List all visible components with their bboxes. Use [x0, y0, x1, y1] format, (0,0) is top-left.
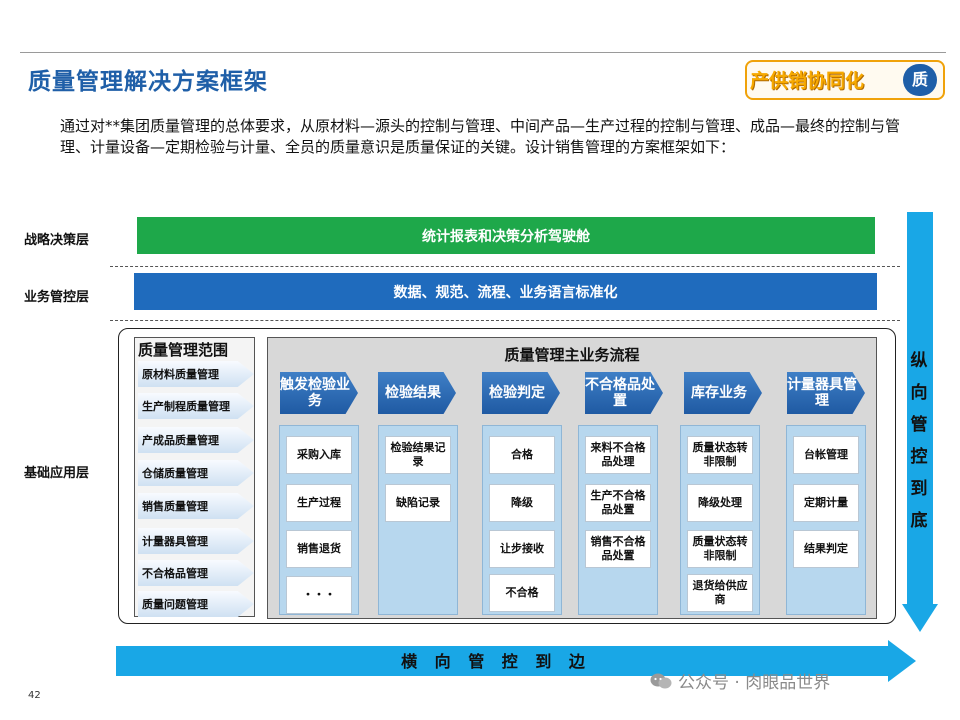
scope-item: 原材料质量管理 — [138, 361, 254, 387]
badge-quality-icon: 质 — [903, 64, 937, 96]
layer-label-strategy: 战略决策层 — [24, 233, 90, 248]
scope-item: 销售质量管理 — [138, 493, 254, 519]
flow-cell: 采购入库 — [286, 436, 352, 474]
flow-stage: 触发检验业务 — [280, 372, 358, 414]
vertical-arrow-label: 纵向管控到底 — [910, 351, 928, 531]
flow-stage: 不合格品处置 — [585, 372, 663, 414]
business-band-text: 数据、规范、流程、业务语言标准化 — [393, 284, 618, 301]
watermark: 公众号 · 肉眼品世界 — [650, 668, 830, 693]
flow-cell: 退货给供应商 — [687, 574, 753, 612]
strategy-band-text: 统计报表和决策分析驾驶舱 — [422, 228, 590, 245]
watermark-text: 公众号 · 肉眼品世界 — [678, 673, 831, 693]
flow-cell: 不合格 — [489, 574, 555, 612]
strategy-band: 统计报表和决策分析驾驶舱 — [137, 217, 875, 254]
flow-stage: 计量器具管理 — [787, 372, 865, 414]
layer-divider-2 — [110, 320, 900, 321]
flow-cell: 缺陷记录 — [385, 484, 451, 522]
flow-stage: 检验判定 — [482, 372, 560, 414]
vertical-arrow-text: 纵向管控到底 — [906, 345, 932, 537]
flow-cell: 台帐管理 — [793, 436, 859, 474]
flow-cell: 销售退货 — [286, 530, 352, 568]
flow-cell: 生产过程 — [286, 484, 352, 522]
flow-cell: ・・・ — [286, 576, 352, 614]
flow-cell: 生产不合格品处置 — [585, 484, 651, 522]
scope-item: 计量器具管理 — [138, 528, 254, 554]
scope-item: 质量问题管理 — [138, 591, 254, 617]
flow-title: 质量管理主业务流程 — [504, 346, 640, 364]
scope-title: 质量管理范围 — [138, 341, 229, 359]
layer-label-business: 业务管控层 — [24, 290, 90, 305]
flow-cell: 检验结果记录 — [385, 436, 451, 474]
scope-item: 产成品质量管理 — [138, 427, 254, 453]
flow-cell: 结果判定 — [793, 530, 859, 568]
flow-cell: 合格 — [489, 436, 555, 474]
page-number: 42 — [28, 690, 41, 701]
layer-divider-1 — [110, 266, 900, 267]
wechat-icon — [650, 673, 672, 688]
scope-item: 仓储质量管理 — [138, 460, 254, 486]
flow-stage: 库存业务 — [684, 372, 762, 414]
flow-cell: 质量状态转非限制 — [687, 436, 753, 474]
flow-cell: 降级 — [489, 484, 555, 522]
flow-cell: 质量状态转非限制 — [687, 530, 753, 568]
scope-item: 不合格品管理 — [138, 560, 254, 586]
flow-cell: 来料不合格品处理 — [585, 436, 651, 474]
flow-stage: 检验结果 — [378, 372, 456, 414]
flow-cell: 降级处理 — [687, 484, 753, 522]
header-divider — [20, 52, 946, 53]
flow-cell: 定期计量 — [793, 484, 859, 522]
flow-cell: 让步接收 — [489, 530, 555, 568]
page-title: 质量管理解决方案框架 — [28, 69, 268, 95]
intro-paragraph: 通过对**集团质量管理的总体要求，从原材料—源头的控制与管理、中间产品—生产过程… — [60, 117, 901, 156]
business-band: 数据、规范、流程、业务语言标准化 — [134, 273, 877, 310]
flow-cell: 销售不合格品处置 — [585, 530, 651, 568]
layer-label-foundation: 基础应用层 — [24, 466, 90, 481]
badge-text: 产供销协同化 — [750, 70, 865, 92]
scope-item: 生产制程质量管理 — [138, 393, 254, 419]
